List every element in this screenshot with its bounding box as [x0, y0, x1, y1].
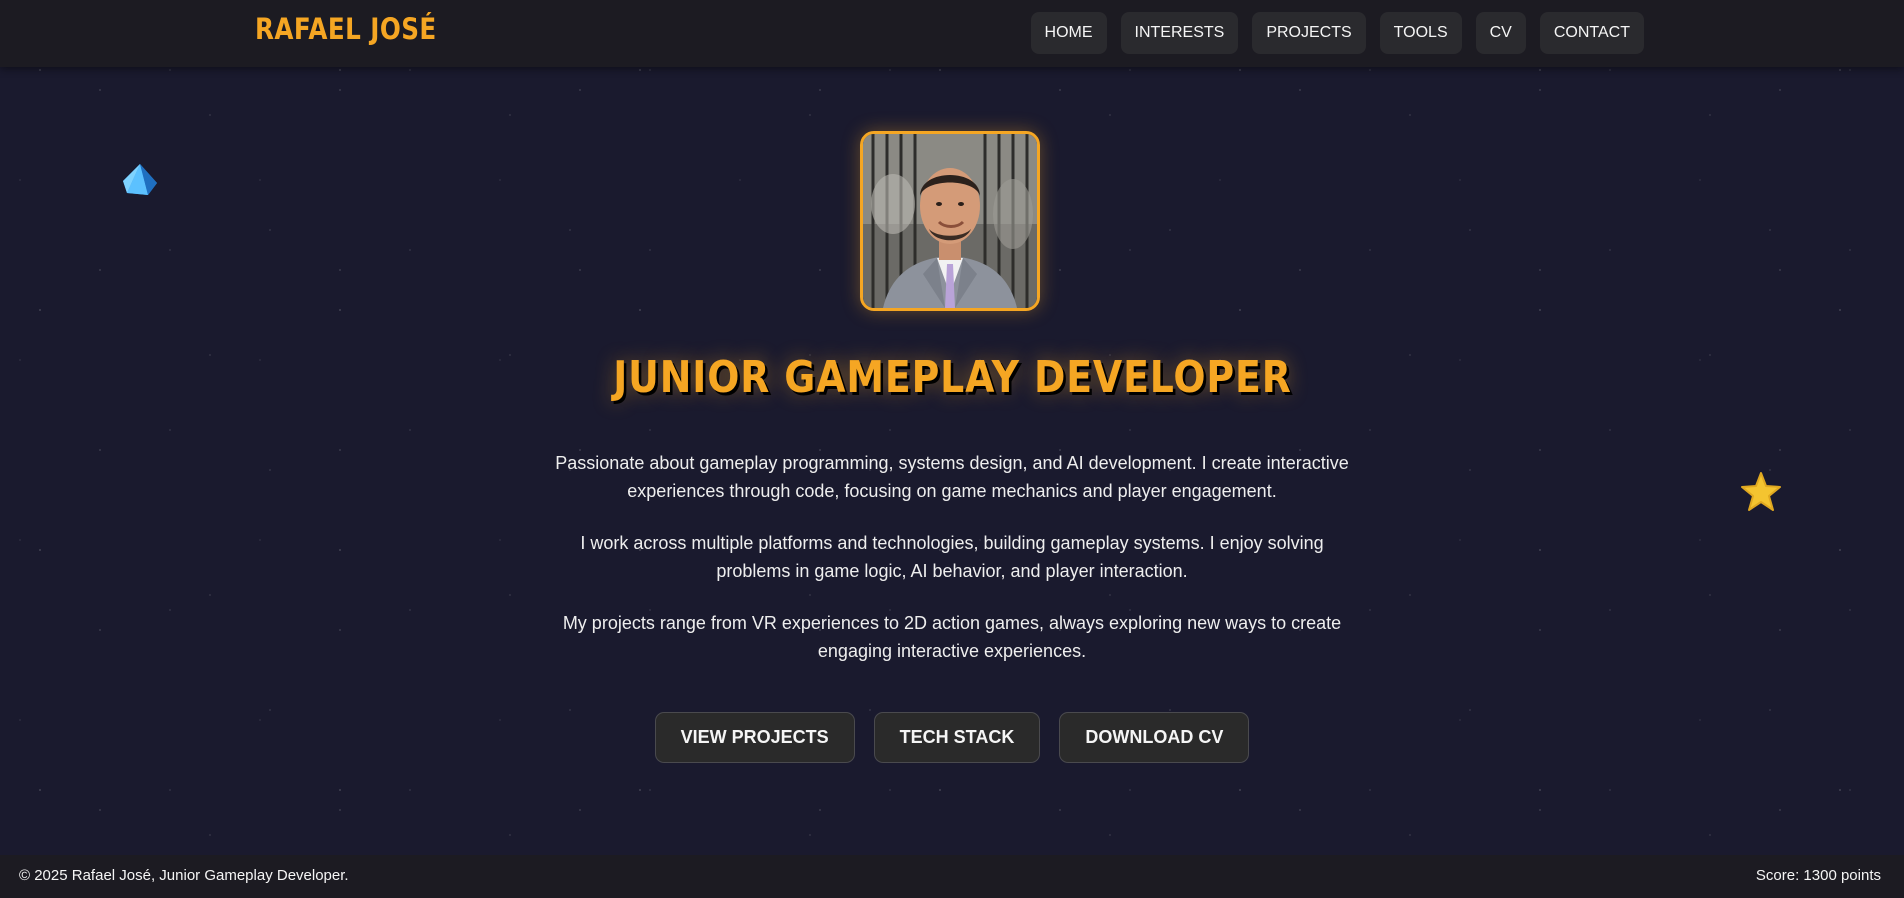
nav-interests[interactable]: INTERESTS	[1120, 12, 1239, 54]
site-footer: © 2025 Rafael José, Junior Gameplay Deve…	[0, 855, 1904, 898]
site-logo[interactable]: RAFAEL JOSÉ	[255, 12, 437, 46]
site-header: RAFAEL JOSÉ HOME INTERESTS PROJECTS TOOL…	[0, 0, 1904, 67]
hero-actions: VIEW PROJECTS TECH STACK DOWNLOAD CV	[0, 712, 1904, 763]
main-nav: HOME INTERESTS PROJECTS TOOLS CV CONTACT	[1030, 12, 1644, 54]
hero-paragraph-1: Passionate about gameplay programming, s…	[555, 453, 1349, 501]
nav-home[interactable]: HOME	[1030, 12, 1107, 54]
nav-cv[interactable]: CV	[1475, 12, 1526, 54]
hero-description: Passionate about gameplay programming, s…	[552, 449, 1352, 689]
nav-projects[interactable]: PROJECTS	[1252, 12, 1366, 54]
score-counter: Score: 1300 points	[1755, 867, 1881, 884]
hero-title: JUNIOR GAMEPLAY DEVELOPER	[0, 352, 1904, 403]
nav-tools[interactable]: TOOLS	[1379, 12, 1462, 54]
hero-paragraph-3: My projects range from VR experiences to…	[562, 613, 1342, 661]
star-icon[interactable]	[1740, 471, 1782, 513]
download-cv-button[interactable]: DOWNLOAD CV	[1059, 712, 1250, 763]
tech-stack-button[interactable]: TECH STACK	[873, 712, 1041, 763]
copyright-text: © 2025 Rafael José, Junior Gameplay Deve…	[19, 867, 349, 884]
hero-title-text: JUNIOR GAMEPLAY DEVELOPER	[612, 352, 1292, 403]
avatar-illustration	[863, 134, 1037, 308]
gem-icon[interactable]	[121, 163, 159, 197]
hero-paragraph-2: I work across multiple platforms and tec…	[580, 533, 1324, 581]
nav-contact[interactable]: CONTACT	[1539, 12, 1644, 54]
profile-photo	[860, 131, 1040, 311]
view-projects-button[interactable]: VIEW PROJECTS	[654, 712, 855, 763]
